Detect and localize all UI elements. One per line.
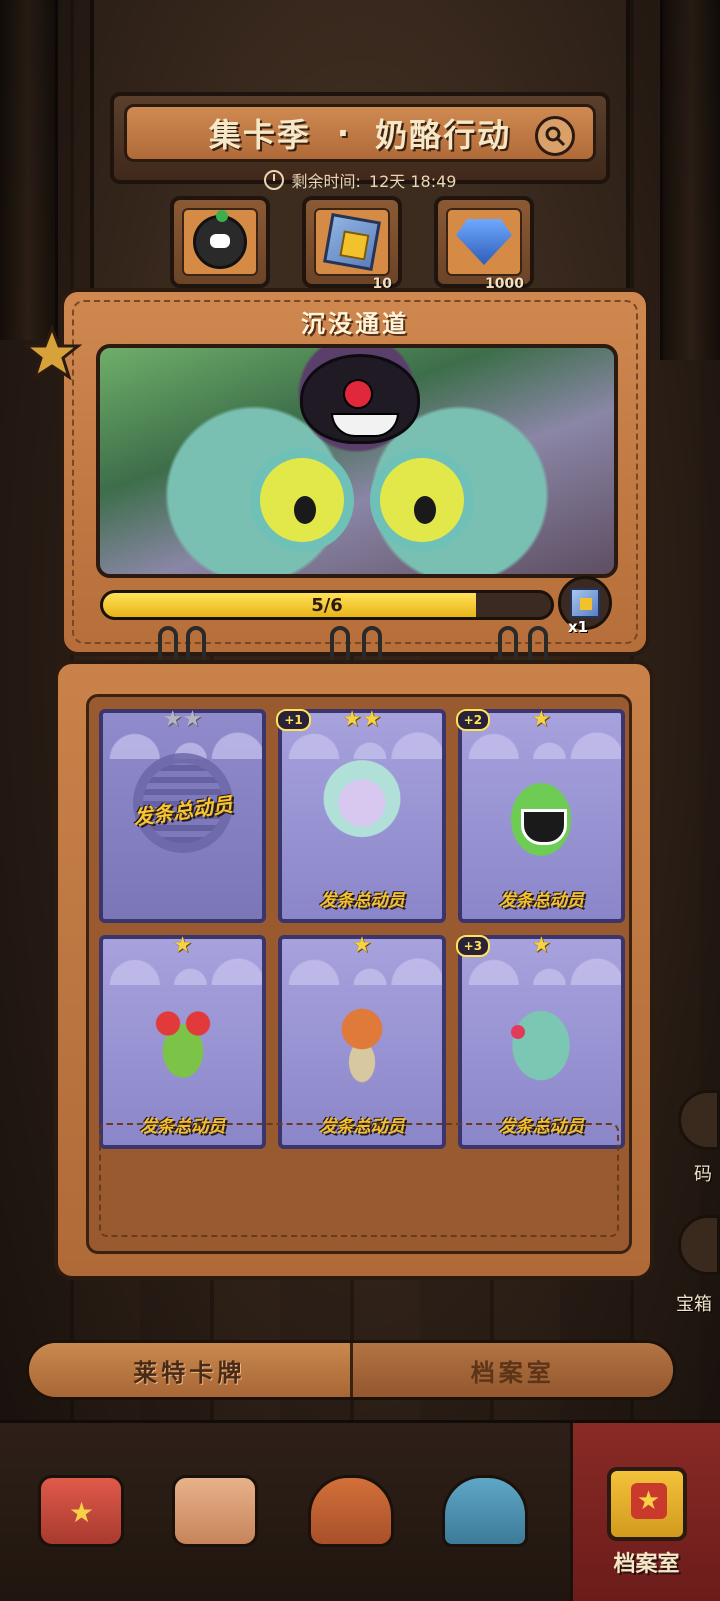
chapter-panel: 沉没通道 5/6 x1 [22, 288, 650, 656]
card-slot[interactable]: ★ 发条总动员 [278, 935, 446, 1149]
resource-frame [446, 208, 522, 276]
goggle-helmet-icon [442, 1475, 528, 1547]
rat-astronaut-character [311, 759, 412, 869]
duplicate-badge: +1 [276, 709, 311, 731]
nav-archive-label: 档案室 [613, 1552, 680, 1577]
slime-king-character [491, 759, 592, 869]
card-slot-locked[interactable]: ★ ★ 发条总动员 [99, 709, 267, 923]
star-icon: ★ [531, 933, 552, 958]
duplicate-badge: +2 [455, 709, 491, 731]
reward-count: x1 [568, 618, 589, 636]
control-console-icon [308, 1475, 394, 1547]
card-album-page: ★ ★ 发条总动员 ★ ★ +1 发条总动员 ★ +2 发条总动员 ★ 发条总动员 [86, 694, 632, 1254]
resource-frame [182, 208, 258, 276]
zombie-rat-character [491, 985, 592, 1095]
resource-avatar[interactable] [170, 196, 270, 288]
nav-chest[interactable] [26, 1451, 136, 1571]
magnifier-icon [545, 126, 566, 147]
card-name: 发条总动员 [319, 891, 405, 911]
progress-text: 5/6 [311, 594, 343, 616]
card-slot[interactable]: ★ ★ +1 发条总动员 [276, 707, 446, 923]
card-name: 发条总动员 [319, 1117, 405, 1137]
side-label-redeem: 码 [694, 1164, 712, 1185]
star-icon: ★ [361, 707, 382, 732]
bottom-nav: 档案室 [0, 1420, 720, 1601]
resource-gem[interactable]: 1000 [434, 196, 534, 292]
search-button[interactable] [535, 116, 575, 156]
timer-value: 12天 18:49 [368, 172, 457, 191]
avatar-icon [193, 210, 247, 269]
chapter-illustration[interactable] [96, 344, 618, 578]
card-name: 发条总动员 [498, 891, 584, 911]
star-chest-icon [38, 1475, 124, 1547]
card-stars: ★ [282, 935, 441, 957]
gem-icon [456, 219, 512, 265]
fly-character [132, 985, 233, 1095]
star-icon: ★ [172, 933, 193, 958]
signboard-icon [172, 1475, 258, 1547]
star-icon: ★ [531, 707, 552, 732]
star-icon: ★ [182, 707, 203, 732]
title-plate: 集卡季 · 奶酪行动 [124, 104, 596, 162]
goggle-left [250, 448, 354, 552]
archive-box-icon [606, 1466, 687, 1541]
event-title: 奶酪行动 [375, 116, 512, 154]
nav-console[interactable] [296, 1451, 406, 1571]
star-icon: ★ [342, 707, 362, 732]
nav-board[interactable] [160, 1451, 270, 1571]
nav-helmet[interactable] [430, 1451, 540, 1571]
resource-cube[interactable]: 10 [302, 196, 402, 292]
chapter-progress-bar: 5/6 [100, 590, 554, 620]
cube-icon [323, 213, 381, 271]
card-stars: ★ ★ [103, 709, 262, 731]
resource-frame [314, 208, 390, 276]
mouse-character [311, 985, 412, 1095]
tab-archive[interactable]: 档案室 [349, 1343, 673, 1397]
card-slot[interactable]: ★ +3 发条总动员 [455, 933, 625, 1149]
star-icon: ★ [352, 933, 372, 958]
tab-cards[interactable]: 莱特卡牌 [29, 1343, 350, 1397]
star-icon: ★ [162, 707, 183, 732]
chapter-title: 沉没通道 [301, 310, 409, 338]
season-title: 集卡季 [208, 116, 311, 154]
reward-cube-icon [570, 588, 600, 618]
timer-label: 剩余时间: [291, 172, 361, 191]
goggle-right [370, 448, 474, 552]
side-label-chest: 宝箱 [676, 1294, 712, 1315]
tab-bar: 莱特卡牌 档案室 [26, 1340, 676, 1400]
nav-archive[interactable]: 档案室 [570, 1423, 720, 1601]
card-name: 发条总动员 [498, 1117, 584, 1137]
card-stars: ★ [103, 935, 262, 957]
title-separator: · [336, 114, 350, 152]
card-grid: ★ ★ 发条总动员 ★ ★ +1 发条总动员 ★ +2 发条总动员 ★ 发条总动员 [99, 709, 625, 1149]
card-name: 发条总动员 [140, 1117, 226, 1137]
clock-icon [263, 170, 284, 190]
countdown-timer: 剩余时间: 12天 18:49 [0, 168, 720, 192]
duplicate-badge: +3 [455, 935, 491, 957]
card-slot[interactable]: ★ +2 发条总动员 [455, 707, 625, 923]
card-album: ★ ★ 发条总动员 ★ ★ +1 发条总动员 ★ +2 发条总动员 ★ 发条总动员 [54, 660, 654, 1280]
villain-figure [300, 354, 420, 444]
card-slot[interactable]: ★ 发条总动员 [99, 935, 267, 1149]
